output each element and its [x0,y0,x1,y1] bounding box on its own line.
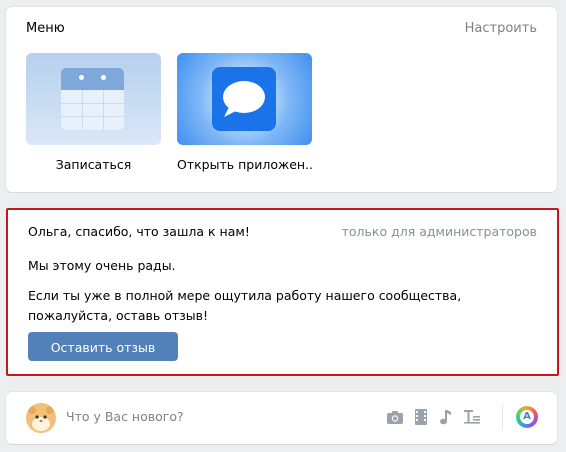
menu-item-signup-tile[interactable] [26,53,161,145]
menu-item-open-app-tile[interactable] [177,53,312,145]
text-format-icon[interactable] [462,408,480,426]
composer-divider [502,404,503,430]
menu-card: Меню Настроить Записаться Открыть прилож… [6,7,557,192]
welcome-card: Ольга, спасибо, что зашла к нам! только … [6,208,559,376]
welcome-greeting: Ольга, спасибо, что зашла к нам! [28,224,250,239]
music-icon[interactable] [436,408,454,426]
menu-title: Меню [26,21,65,36]
message-bubble-icon [212,67,276,131]
video-icon[interactable] [412,408,430,426]
calendar-icon [61,68,124,130]
avatar[interactable] [26,403,56,433]
whats-new-input[interactable]: Что у Вас нового? [66,409,184,424]
menu-item-signup-label[interactable]: Записаться [26,157,161,172]
menu-item-open-app-label[interactable]: Открыть приложен... [177,157,312,172]
admin-only-note: только для администраторов [341,224,537,239]
welcome-paragraph-2: Если ты уже в полной мере ощутила работу… [28,288,462,323]
theme-icon[interactable]: A [516,406,538,428]
leave-review-button[interactable]: Оставить отзыв [28,332,178,361]
camera-icon[interactable] [386,408,404,426]
menu-configure-link[interactable]: Настроить [465,21,537,36]
post-composer: Что у Вас нового? A [6,392,557,444]
welcome-paragraph-1: Мы этому очень рады. [28,258,176,273]
